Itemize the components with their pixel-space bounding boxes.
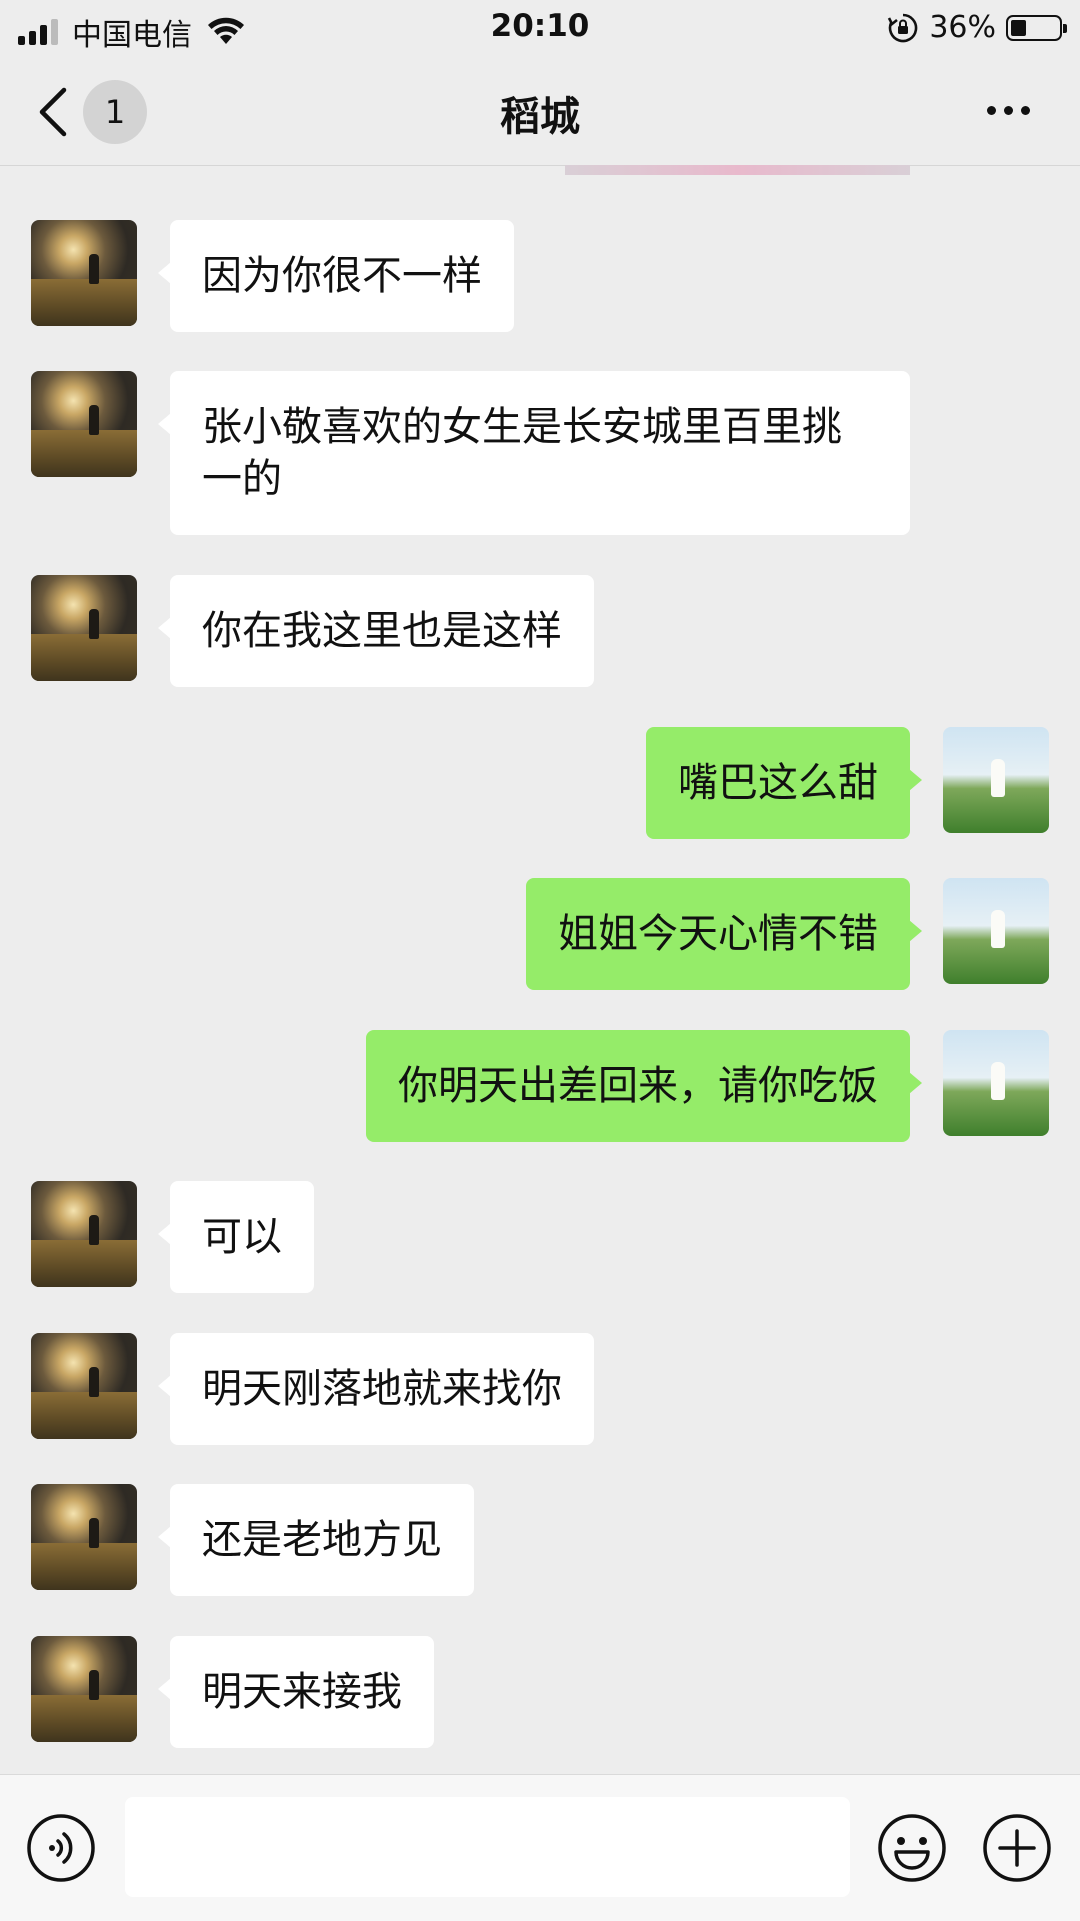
rotation-lock-icon [888,13,918,42]
sent-message-bubble[interactable]: 姐姐今天心情不错 [526,878,922,990]
contact-avatar[interactable] [31,220,137,326]
contact-avatar[interactable] [31,1181,137,1287]
contact-avatar[interactable] [31,1636,137,1742]
chat-title: 稻城 [500,94,580,140]
contact-avatar[interactable] [31,371,137,477]
chat-header: 1 稻城 [0,60,1080,166]
message-row: 明天刚落地就来找你 [0,1333,1080,1445]
sent-message-bubble[interactable]: 你明天出差回来，请你吃饭 [366,1030,922,1142]
sent-message-bubble[interactable]: 嘴巴这么甜 [646,727,922,839]
message-row: 因为你很不一样 [0,220,1080,332]
message-row: 张小敬喜欢的女生是长安城里百里挑一的 [0,371,1080,535]
received-message-bubble[interactable]: 明天刚落地就来找你 [158,1333,594,1445]
battery-percent: 36% [929,10,996,45]
received-message-bubble[interactable]: 明天来接我 [158,1636,434,1748]
more-icon[interactable] [987,106,1030,115]
message-row: 你明天出差回来，请你吃饭 [0,1030,1080,1142]
received-message-bubble[interactable]: 因为你很不一样 [158,220,514,332]
my-avatar[interactable] [943,878,1049,984]
emoji-icon[interactable] [877,1813,947,1883]
plus-icon[interactable] [982,1813,1052,1883]
received-message-bubble[interactable]: 张小敬喜欢的女生是长安城里百里挑一的 [158,371,910,535]
message-row: 还是老地方见 [0,1484,1080,1596]
my-avatar[interactable] [943,727,1049,833]
voice-icon[interactable] [26,1813,96,1883]
message-row: 嘴巴这么甜 [0,727,1080,839]
message-row: 可以 [0,1181,1080,1293]
contact-avatar[interactable] [31,575,137,681]
message-row: 明天来接我 [0,1636,1080,1748]
my-avatar[interactable] [943,1030,1049,1136]
received-message-bubble[interactable]: 可以 [158,1181,314,1293]
message-row: 你在我这里也是这样 [0,575,1080,687]
contact-avatar[interactable] [31,1333,137,1439]
status-right: 36% [887,10,1067,45]
header-image-strip [565,165,910,175]
message-input[interactable] [125,1797,850,1897]
input-bar [0,1774,1080,1921]
received-message-bubble[interactable]: 还是老地方见 [158,1484,474,1596]
contact-avatar[interactable] [31,1484,137,1590]
status-bar: 中国电信 20:10 36% [0,0,1080,60]
received-message-bubble[interactable]: 你在我这里也是这样 [158,575,594,687]
message-row: 姐姐今天心情不错 [0,878,1080,990]
battery-icon [1006,14,1067,41]
